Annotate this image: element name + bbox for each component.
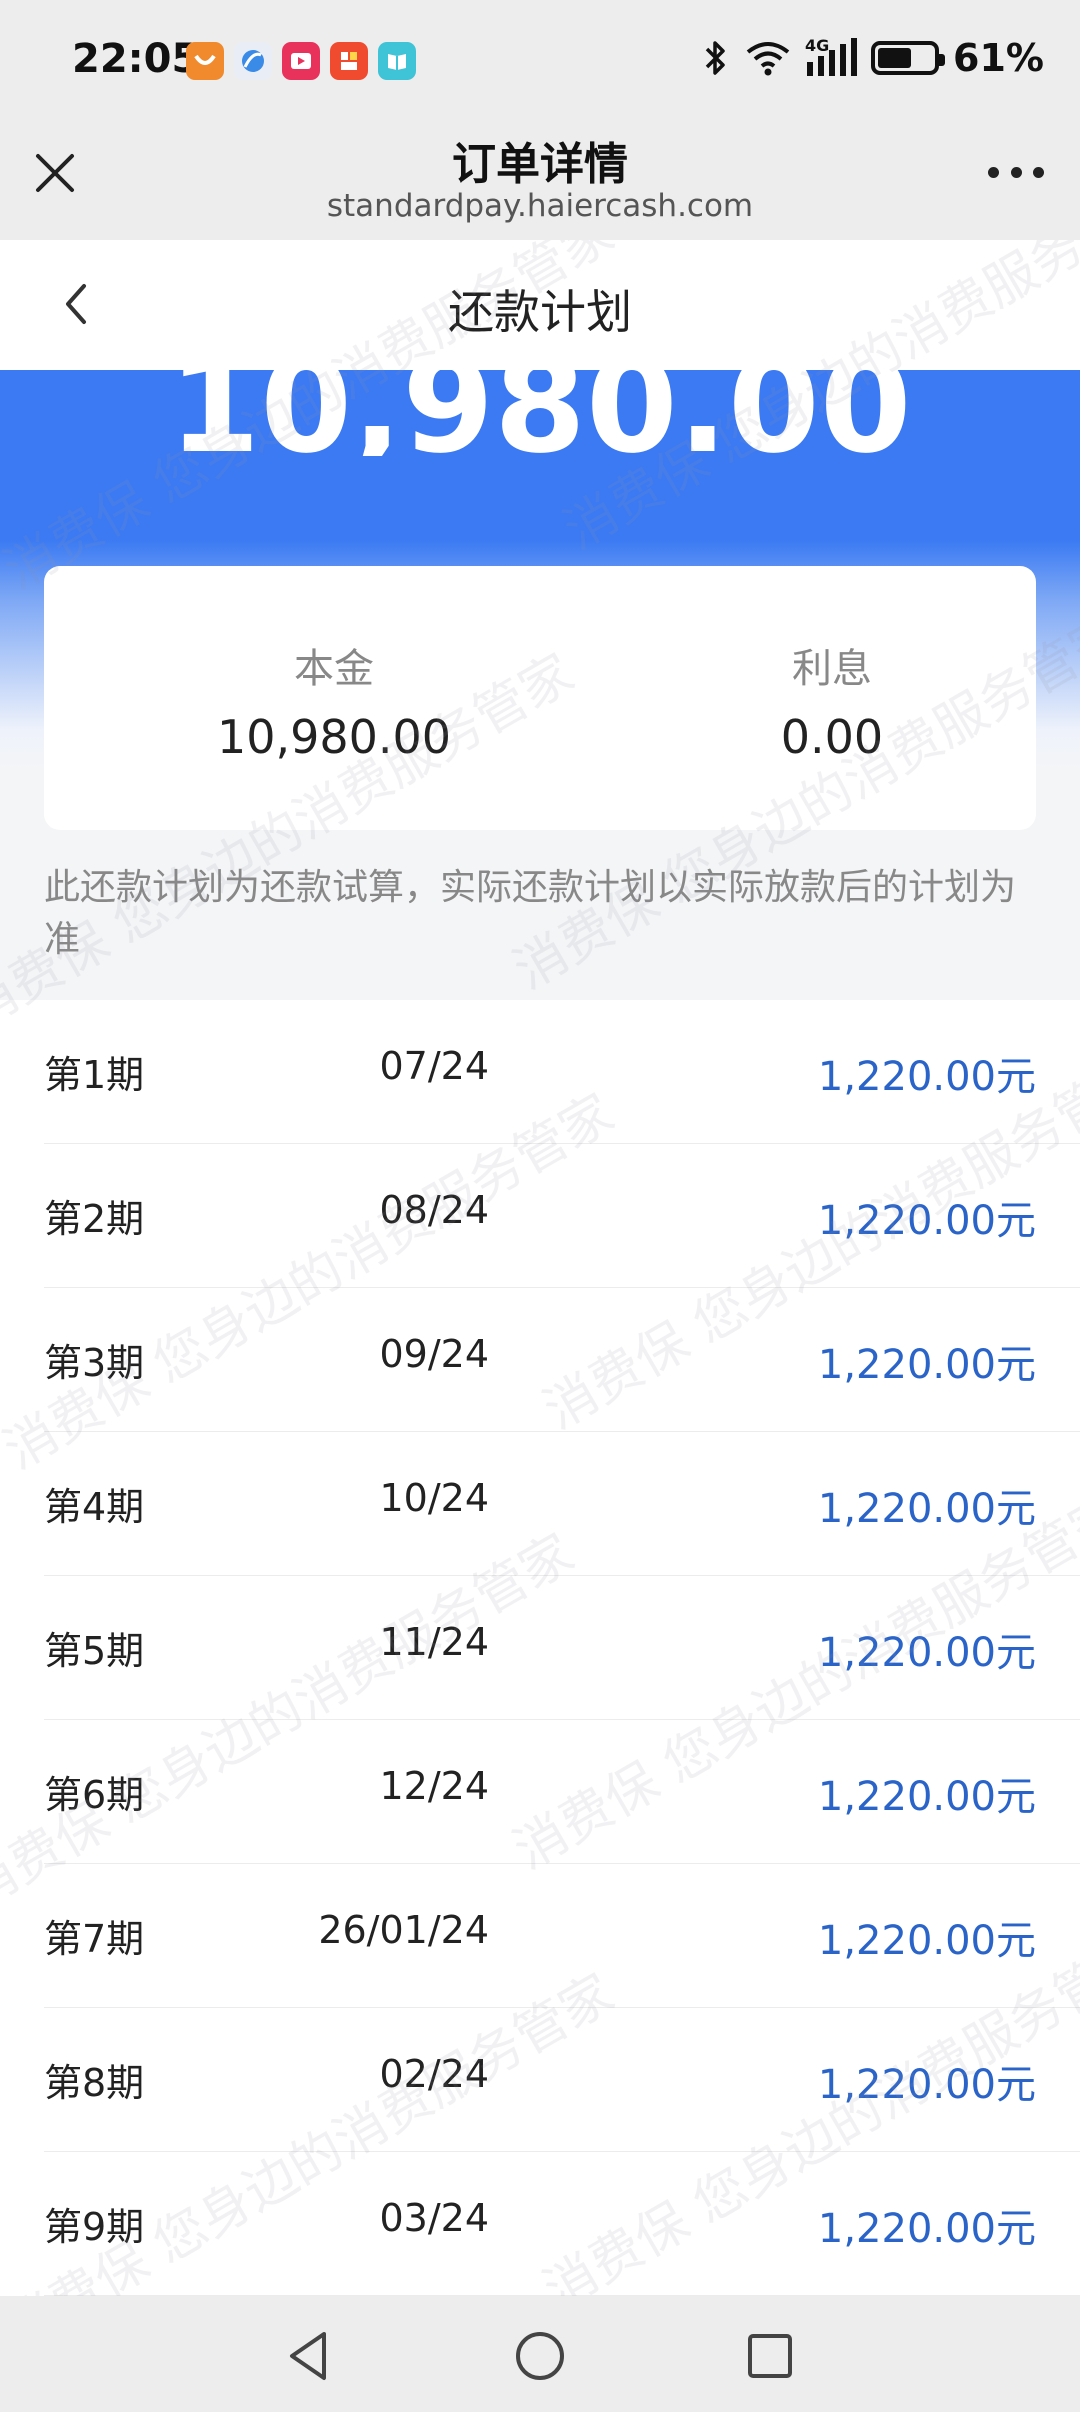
plan-amount: 1,220.00元 <box>817 2062 1036 2108</box>
circle-home-icon <box>516 2332 564 2380</box>
plan-date: 07/24 <box>379 1044 489 1088</box>
notice-text: 此还款计划为还款试算，实际还款计划以实际放款后的计划为准 <box>44 867 1017 960</box>
plan-amount: 1,220.00元 <box>817 1054 1036 1100</box>
browser-title-bar: 订单详情 standardpay.haiercash.com <box>0 128 1080 240</box>
plan-date: 09/24 <box>379 1332 489 1376</box>
triangle-back-icon <box>290 2332 326 2380</box>
nav-back-button[interactable] <box>278 2324 342 2388</box>
plan-amount: 1,220.00元 <box>817 1918 1036 1964</box>
principal-value: 10,980.00 <box>216 710 452 764</box>
nav-recents-button[interactable] <box>738 2324 802 2388</box>
plan-date: 11/24 <box>379 1620 489 1664</box>
nav-home-button[interactable] <box>508 2324 572 2388</box>
plan-period: 第4期 <box>44 1485 145 1529</box>
plan-period: 第1期 <box>44 1053 145 1097</box>
plan-date: 10/24 <box>379 1476 489 1520</box>
status-time: 22:05 <box>72 36 200 82</box>
plan-row: 第9期 03/24 1,220.00元 <box>44 2152 1080 2296</box>
plan-row: 第1期 07/24 1,220.00元 <box>44 1000 1080 1144</box>
plan-period: 第8期 <box>44 2061 145 2105</box>
principal-block: 本金 10,980.00 <box>154 636 514 764</box>
plan-period: 第2期 <box>44 1197 145 1241</box>
plan-amount: 1,220.00元 <box>817 1198 1036 1244</box>
wifi-icon <box>746 42 790 76</box>
dot-icon <box>1033 166 1044 178</box>
plan-period: 第3期 <box>44 1341 145 1385</box>
interest-label: 利息 <box>792 646 872 692</box>
battery-percentage: 61% <box>953 36 1044 80</box>
page-url: standardpay.haiercash.com <box>326 188 754 224</box>
page-title: 订单详情 <box>452 139 628 190</box>
app-icon-book <box>378 42 416 80</box>
plan-amount: 1,220.00元 <box>817 1630 1036 1676</box>
plan-row: 第5期 11/24 1,220.00元 <box>44 1576 1080 1720</box>
plan-amount: 1,220.00元 <box>817 1342 1036 1388</box>
app-icon-video <box>282 42 320 80</box>
system-navigation-bar <box>0 2296 1080 2412</box>
notification-icons <box>186 42 416 80</box>
bluetooth-icon <box>705 41 725 75</box>
plan-row: 第3期 09/24 1,220.00元 <box>44 1288 1080 1432</box>
dot-icon <box>988 166 999 178</box>
plan-period: 第7期 <box>44 1917 145 1961</box>
plan-amount: 1,220.00元 <box>817 2206 1036 2252</box>
cellular-signal-icon: 4G <box>805 36 858 78</box>
repayment-plan-list: 第1期 07/24 1,220.00元 第2期 08/24 1,220.00元 第3期 09/… <box>0 1000 1080 2296</box>
plan-row: 第6期 12/24 1,220.00元 <box>44 1720 1080 1864</box>
dot-icon <box>1010 166 1022 178</box>
principal-label: 本金 <box>294 646 374 692</box>
plan-period: 第6期 <box>44 1773 145 1817</box>
plan-amount: 1,220.00元 <box>817 1486 1036 1532</box>
plan-period: 第5期 <box>44 1629 145 1673</box>
plan-row: 第2期 08/24 1,220.00元 <box>44 1144 1080 1288</box>
plan-period: 第9期 <box>44 2205 145 2249</box>
status-indicators: 4G 61% <box>701 36 1044 80</box>
summary-card: 本金 10,980.00 利息 0.00 <box>44 566 1036 830</box>
total-amount: 10,980.00 <box>168 336 912 456</box>
app-icon-browser <box>234 42 272 80</box>
plan-row: 第4期 10/24 1,220.00元 <box>44 1432 1080 1576</box>
plan-row: 第7期 26/01/24 1,220.00元 <box>44 1864 1080 2008</box>
plan-date: 02/24 <box>379 2052 489 2096</box>
plan-date: 08/24 <box>379 1188 489 1232</box>
status-bar: 22:05 4G 61% <box>0 0 1080 128</box>
more-options-button[interactable] <box>988 162 1044 182</box>
plan-amount: 1,220.00元 <box>817 1774 1036 1820</box>
interest-block: 利息 0.00 <box>652 636 1012 764</box>
battery-icon <box>871 41 946 75</box>
plan-date: 12/24 <box>379 1764 489 1808</box>
plan-row: 第8期 02/24 1,220.00元 <box>44 2008 1080 2152</box>
plan-date: 26/01/24 <box>318 1908 489 1952</box>
battery-fill <box>878 48 912 68</box>
interest-value: 0.00 <box>780 710 884 764</box>
app-icon-red <box>330 42 368 80</box>
nav-title: 还款计划 <box>448 285 632 339</box>
square-recents-icon <box>748 2334 792 2378</box>
app-icon-orange <box>186 42 224 80</box>
plan-date: 03/24 <box>379 2196 489 2240</box>
